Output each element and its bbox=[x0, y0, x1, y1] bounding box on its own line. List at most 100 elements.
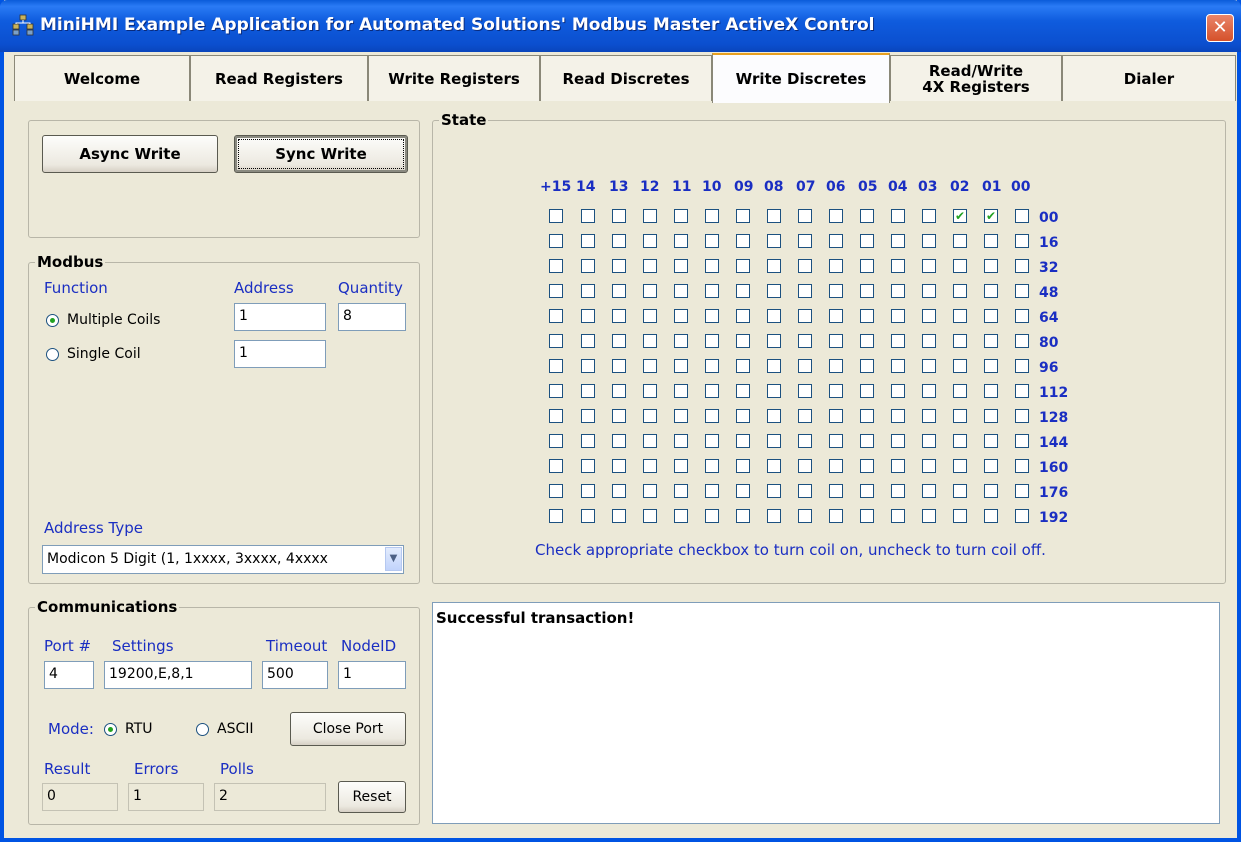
coil-checkbox[interactable] bbox=[984, 334, 998, 348]
coil-checkbox[interactable] bbox=[953, 284, 967, 298]
coil-checkbox[interactable] bbox=[1015, 459, 1029, 473]
coil-checkbox[interactable] bbox=[705, 459, 719, 473]
coil-checkbox[interactable] bbox=[549, 284, 563, 298]
coil-checkbox[interactable] bbox=[922, 334, 936, 348]
coil-checkbox[interactable] bbox=[860, 284, 874, 298]
coil-checkbox[interactable] bbox=[736, 334, 750, 348]
coil-checkbox[interactable] bbox=[674, 359, 688, 373]
coil-checkbox[interactable] bbox=[549, 209, 563, 223]
coil-checkbox[interactable] bbox=[767, 384, 781, 398]
coil-checkbox[interactable] bbox=[674, 234, 688, 248]
coil-checkbox[interactable] bbox=[736, 434, 750, 448]
coil-checkbox[interactable] bbox=[984, 459, 998, 473]
coil-checkbox[interactable] bbox=[829, 384, 843, 398]
coil-checkbox-checked[interactable]: ✔ bbox=[984, 209, 998, 223]
coil-checkbox[interactable] bbox=[643, 459, 657, 473]
coil-checkbox[interactable] bbox=[736, 309, 750, 323]
coil-checkbox[interactable] bbox=[705, 359, 719, 373]
coil-checkbox[interactable] bbox=[829, 334, 843, 348]
coil-checkbox[interactable] bbox=[643, 384, 657, 398]
coil-checkbox[interactable] bbox=[736, 209, 750, 223]
coil-checkbox[interactable] bbox=[581, 259, 595, 273]
coil-checkbox[interactable] bbox=[736, 509, 750, 523]
coil-checkbox[interactable] bbox=[581, 334, 595, 348]
address-type-select[interactable]: Modicon 5 Digit (1, 1xxxx, 3xxxx, 4xxxx … bbox=[42, 545, 404, 574]
coil-checkbox[interactable] bbox=[705, 384, 719, 398]
coil-checkbox[interactable] bbox=[581, 484, 595, 498]
async-write-button[interactable]: Async Write bbox=[42, 135, 218, 173]
coil-checkbox[interactable] bbox=[922, 509, 936, 523]
coil-checkbox[interactable] bbox=[674, 509, 688, 523]
coil-checkbox[interactable] bbox=[767, 209, 781, 223]
coil-checkbox[interactable] bbox=[549, 259, 563, 273]
coil-checkbox[interactable] bbox=[736, 459, 750, 473]
coil-checkbox[interactable] bbox=[922, 284, 936, 298]
coil-checkbox[interactable] bbox=[798, 259, 812, 273]
coil-checkbox[interactable] bbox=[953, 484, 967, 498]
coil-checkbox[interactable] bbox=[549, 334, 563, 348]
coil-checkbox[interactable] bbox=[953, 434, 967, 448]
tab-read-write-4x-registers[interactable]: Read/Write 4X Registers bbox=[890, 55, 1062, 101]
coil-checkbox[interactable] bbox=[549, 409, 563, 423]
coil-checkbox[interactable] bbox=[984, 309, 998, 323]
coil-checkbox[interactable] bbox=[767, 484, 781, 498]
coil-checkbox[interactable] bbox=[674, 334, 688, 348]
coil-checkbox[interactable] bbox=[736, 384, 750, 398]
coil-checkbox[interactable] bbox=[953, 334, 967, 348]
coil-checkbox[interactable] bbox=[643, 434, 657, 448]
coil-checkbox[interactable] bbox=[922, 459, 936, 473]
coil-checkbox[interactable] bbox=[860, 359, 874, 373]
coil-checkbox[interactable] bbox=[643, 509, 657, 523]
coil-checkbox[interactable] bbox=[612, 284, 626, 298]
single-coil-radio[interactable]: Single Coil bbox=[46, 346, 141, 362]
coil-checkbox[interactable] bbox=[581, 434, 595, 448]
coil-checkbox[interactable] bbox=[581, 234, 595, 248]
coil-checkbox[interactable] bbox=[674, 259, 688, 273]
multiple-coils-radio[interactable]: Multiple Coils bbox=[46, 312, 160, 328]
coil-checkbox[interactable] bbox=[674, 309, 688, 323]
coil-checkbox[interactable] bbox=[549, 234, 563, 248]
coil-checkbox[interactable] bbox=[798, 409, 812, 423]
coil-checkbox[interactable] bbox=[674, 459, 688, 473]
coil-checkbox[interactable] bbox=[705, 209, 719, 223]
coil-checkbox[interactable] bbox=[860, 259, 874, 273]
coil-checkbox[interactable] bbox=[922, 234, 936, 248]
coil-checkbox[interactable] bbox=[549, 309, 563, 323]
title-bar[interactable]: MiniHMI Example Application for Automate… bbox=[0, 0, 1241, 52]
tab-write-registers[interactable]: Write Registers bbox=[368, 55, 540, 101]
coil-checkbox[interactable] bbox=[705, 234, 719, 248]
coil-checkbox[interactable] bbox=[860, 384, 874, 398]
coil-checkbox[interactable] bbox=[643, 334, 657, 348]
close-button[interactable]: ✕ bbox=[1206, 14, 1234, 42]
coil-checkbox[interactable] bbox=[798, 284, 812, 298]
coil-checkbox[interactable] bbox=[891, 209, 905, 223]
coil-checkbox[interactable] bbox=[705, 334, 719, 348]
coil-checkbox[interactable] bbox=[736, 284, 750, 298]
coil-checkbox[interactable] bbox=[767, 334, 781, 348]
coil-checkbox[interactable] bbox=[829, 284, 843, 298]
coil-checkbox[interactable] bbox=[891, 334, 905, 348]
coil-checkbox[interactable] bbox=[922, 409, 936, 423]
coil-checkbox[interactable] bbox=[549, 384, 563, 398]
coil-checkbox[interactable] bbox=[549, 509, 563, 523]
coil-checkbox[interactable] bbox=[891, 484, 905, 498]
coil-checkbox[interactable] bbox=[643, 309, 657, 323]
coil-checkbox[interactable] bbox=[643, 484, 657, 498]
coil-checkbox[interactable] bbox=[581, 309, 595, 323]
coil-checkbox[interactable] bbox=[736, 259, 750, 273]
coil-checkbox[interactable] bbox=[612, 359, 626, 373]
coil-checkbox[interactable] bbox=[891, 359, 905, 373]
coil-checkbox[interactable] bbox=[953, 409, 967, 423]
coil-checkbox[interactable] bbox=[860, 509, 874, 523]
port-input[interactable]: 4 bbox=[44, 661, 94, 689]
coil-checkbox[interactable] bbox=[705, 284, 719, 298]
coil-checkbox[interactable] bbox=[705, 309, 719, 323]
coil-checkbox[interactable] bbox=[922, 209, 936, 223]
coil-checkbox[interactable] bbox=[767, 309, 781, 323]
coil-checkbox[interactable] bbox=[736, 484, 750, 498]
coil-checkbox[interactable] bbox=[736, 234, 750, 248]
coil-checkbox[interactable] bbox=[860, 334, 874, 348]
coil-checkbox[interactable] bbox=[922, 434, 936, 448]
coil-checkbox[interactable] bbox=[705, 484, 719, 498]
coil-checkbox[interactable] bbox=[612, 384, 626, 398]
